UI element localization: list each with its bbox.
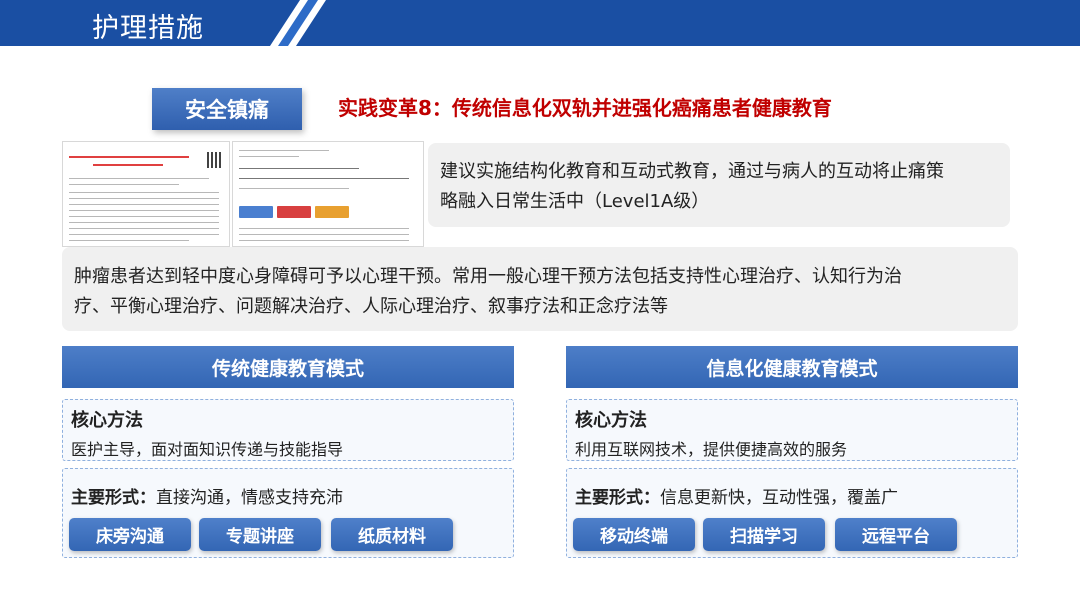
information-forms-text: 信息更新快，互动性强，覆盖广: [660, 488, 898, 508]
thumb-orange-button: [315, 206, 349, 218]
pill-remote-platform: 远程平台: [835, 518, 957, 551]
traditional-forms-line: 主要形式：直接沟通，情感支持充沛: [71, 483, 343, 508]
psychology-line-2: 疗、平衡心理治疗、问题解决治疗、人际心理治疗、叙事疗法和正念疗法等: [74, 296, 668, 317]
recommendation-line-1: 建议实施结构化教育和互动式教育，通过与病人的互动将止痛策: [440, 161, 944, 182]
traditional-forms-text: 直接沟通，情感支持充沛: [156, 488, 343, 508]
pill-lecture: 专题讲座: [199, 518, 321, 551]
paper-thumbnail-1: [62, 141, 230, 247]
information-model-header: 信息化健康教育模式: [566, 346, 1018, 388]
thumb-red-button: [277, 206, 311, 218]
pill-paper-materials: 纸质材料: [331, 518, 453, 551]
psychology-line-1: 肿瘤患者达到轻中度心身障碍可予以心理干预。常用一般心理干预方法包括支持性心理治疗…: [74, 266, 902, 287]
information-forms-label: 主要形式：: [575, 488, 660, 508]
section-tag: 安全镇痛: [152, 88, 302, 130]
traditional-forms-label: 主要形式：: [71, 488, 156, 508]
pill-mobile-terminal: 移动终端: [573, 518, 695, 551]
information-core-text: 利用互联网技术，提供便捷高效的服务: [575, 440, 848, 459]
header-banner: 护理措施: [0, 0, 1080, 46]
traditional-core-text: 医护主导，面对面知识传递与技能指导: [71, 440, 344, 459]
traditional-model-header: 传统健康教育模式: [62, 346, 514, 388]
traditional-core-label: 核心方法: [71, 410, 143, 431]
page-title: 护理措施: [92, 13, 204, 44]
recommendation-line-2: 略融入日常生活中（Level1A级）: [440, 191, 710, 212]
pill-bedside-communication: 床旁沟通: [69, 518, 191, 551]
qr-code-icon: [207, 152, 223, 168]
information-forms-line: 主要形式：信息更新快，互动性强，覆盖广: [575, 483, 898, 508]
traditional-forms-box: 主要形式：直接沟通，情感支持充沛 床旁沟通 专题讲座 纸质材料: [62, 468, 514, 558]
thumb-title-line: [93, 164, 163, 166]
practice-subtitle: 实践变革8：传统信息化双轨并进强化癌痛患者健康教育: [338, 96, 832, 120]
pill-scan-learning: 扫描学习: [703, 518, 825, 551]
psychology-box: 肿瘤患者达到轻中度心身障碍可予以心理干预。常用一般心理干预方法包括支持性心理治疗…: [62, 247, 1018, 331]
information-forms-box: 主要形式：信息更新快，互动性强，覆盖广 移动终端 扫描学习 远程平台: [566, 468, 1018, 558]
information-core-box: 核心方法 利用互联网技术，提供便捷高效的服务: [566, 399, 1018, 461]
traditional-core-box: 核心方法 医护主导，面对面知识传递与技能指导: [62, 399, 514, 461]
information-core-label: 核心方法: [575, 410, 647, 431]
thumb-blue-button: [239, 206, 273, 218]
paper-thumbnail-2: [232, 141, 424, 247]
thumb-title-line: [69, 156, 189, 158]
recommendation-box: 建议实施结构化教育和互动式教育，通过与病人的互动将止痛策 略融入日常生活中（Le…: [428, 143, 1010, 227]
